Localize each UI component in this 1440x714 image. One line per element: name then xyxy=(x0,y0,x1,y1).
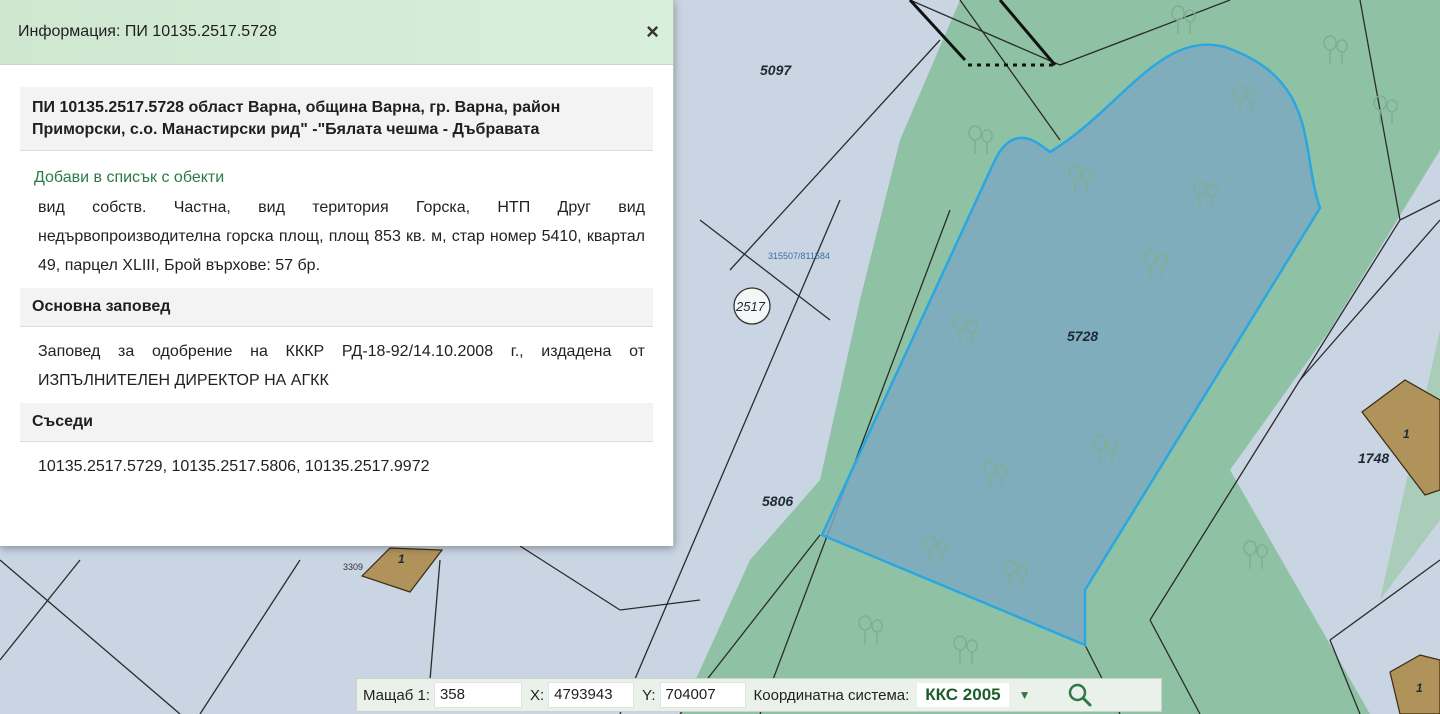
map-status-bar: Мащаб 1: 358 X: 4793943 Y: 704007 Коорди… xyxy=(356,678,1162,712)
info-panel: Информация: ПИ 10135.2517.5728 × ПИ 1013… xyxy=(0,0,674,546)
chevron-down-icon[interactable]: ▼ xyxy=(1019,688,1031,702)
property-description: вид собств. Частна, вид територия Горска… xyxy=(38,199,645,274)
property-heading: ПИ 10135.2517.5728 област Варна, община … xyxy=(20,87,653,151)
parcel-label-5806: 5806 xyxy=(762,493,793,509)
x-coordinate: 4793943 xyxy=(548,682,635,708)
y-coordinate: 704007 xyxy=(659,682,746,708)
search-icon[interactable] xyxy=(1065,682,1095,708)
close-icon[interactable]: × xyxy=(646,21,659,43)
add-to-list-link[interactable]: Добави в списък с обекти xyxy=(34,169,653,187)
scale-label: Мащаб 1: xyxy=(363,686,430,704)
building-label: 1 xyxy=(1403,427,1410,441)
parcel-label-5097: 5097 xyxy=(760,62,792,78)
small-label-3309: 3309 xyxy=(343,562,363,572)
building-label: 1 xyxy=(1416,681,1423,695)
y-label: Y: xyxy=(642,686,656,704)
order-text: Заповед за одобрение на КККР РД-18-92/14… xyxy=(38,343,645,389)
order-heading: Основна заповед xyxy=(20,288,653,327)
circle-label-2517: 2517 xyxy=(735,299,766,314)
crs-label: Координатна система: xyxy=(753,686,910,704)
crs-select[interactable]: ККС 2005 xyxy=(917,683,1009,707)
building-label: 1 xyxy=(398,552,405,566)
parcel-label-1748: 1748 xyxy=(1358,450,1389,466)
coordinate-label: 315507/811584 xyxy=(768,251,830,261)
panel-title: Информация: ПИ 10135.2517.5728 xyxy=(18,23,277,40)
neighbors-heading: Съседи xyxy=(20,403,653,442)
panel-header: Информация: ПИ 10135.2517.5728 × xyxy=(0,0,673,65)
neighbors-text: 10135.2517.5729, 10135.2517.5806, 10135.… xyxy=(38,458,430,475)
x-label: X: xyxy=(529,686,545,704)
panel-body: ПИ 10135.2517.5728 област Варна, община … xyxy=(0,65,673,489)
parcel-label-5728: 5728 xyxy=(1067,328,1098,344)
scale-input[interactable]: 358 xyxy=(433,682,522,708)
